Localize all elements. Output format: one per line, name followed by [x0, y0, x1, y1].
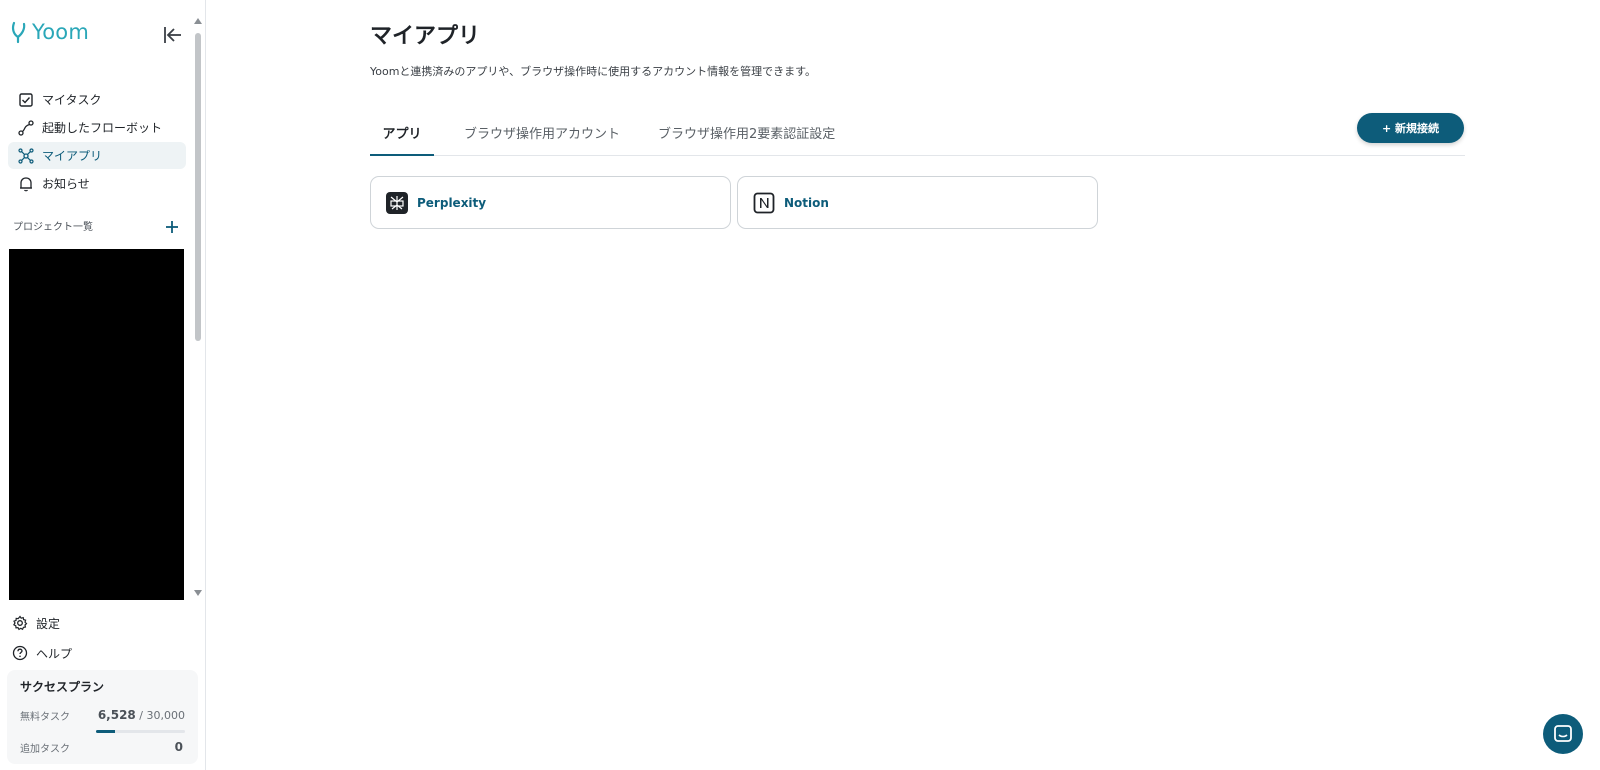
yoom-logo-icon: [11, 21, 26, 44]
sidebar-item-label: 設定: [36, 616, 61, 631]
free-tasks-total: / 30,000: [139, 709, 185, 722]
extra-tasks-value: 0: [174, 740, 183, 754]
free-tasks-value: 6,528 / 30,000: [98, 708, 185, 722]
tab-bar: アプリ ブラウザ操作用アカウント ブラウザ操作用2要素認証設定: [370, 113, 1465, 156]
sidebar-item-my-tasks[interactable]: マイタスク: [8, 86, 186, 113]
tab-apps[interactable]: アプリ: [370, 123, 434, 156]
free-tasks-used: 6,528: [97, 708, 136, 722]
app-card-perplexity[interactable]: Perplexity: [370, 176, 731, 229]
sidebar-item-label: 起動したフローボット: [42, 121, 163, 135]
project-list[interactable]: [9, 249, 184, 600]
tab-browser-2fa-settings[interactable]: ブラウザ操作用2要素認証設定: [658, 123, 835, 156]
plan-card: サクセスプラン 無料タスク 6,528 / 30,000 追加タスク 0: [7, 670, 198, 764]
app-name: Perplexity: [417, 195, 487, 210]
sidebar-item-label: お知らせ: [42, 177, 90, 191]
free-tasks-progress-bar: [96, 730, 185, 733]
free-tasks-label: 無料タスク: [20, 712, 70, 723]
add-project-icon[interactable]: [165, 219, 179, 233]
app-name: Notion: [784, 195, 829, 210]
sidebar-item-help[interactable]: ヘルプ: [12, 638, 192, 668]
apps-network-icon: [18, 147, 34, 164]
scroll-thumb[interactable]: [195, 33, 201, 341]
project-list-label: プロジェクト一覧: [13, 222, 93, 233]
perplexity-icon: [386, 191, 408, 214]
sidebar-bottom-nav: 設定 ヘルプ: [12, 608, 192, 668]
checkbox-icon: [18, 92, 34, 108]
tab-browser-accounts[interactable]: ブラウザ操作用アカウント: [464, 123, 620, 156]
gear-icon: [12, 615, 28, 631]
new-connection-button[interactable]: + 新規接続: [1357, 113, 1464, 143]
page-description: Yoomと連携済みのアプリや、ブラウザ操作時に使用するアカウント情報を管理できま…: [370, 65, 817, 78]
sidebar-item-label: マイアプリ: [42, 149, 103, 163]
notion-icon: [753, 192, 775, 214]
plan-title: サクセスプラン: [20, 680, 105, 694]
yoom-logo[interactable]: Yoom: [10, 20, 89, 44]
logo-text: Yoom: [32, 20, 89, 44]
sidebar-item-flowbots[interactable]: 起動したフローボット: [8, 114, 186, 141]
project-list-header: プロジェクト一覧: [13, 218, 179, 233]
sidebar-item-label: マイタスク: [42, 93, 102, 107]
sidebar: Yoom マイタスク 起動したフローボット マイアプリ お知らせ プロジェクト一…: [0, 0, 206, 770]
extra-tasks-label: 追加タスク: [20, 744, 70, 755]
sidebar-scrollbar[interactable]: [193, 14, 203, 596]
app-card-notion[interactable]: Notion: [737, 176, 1098, 229]
collapse-sidebar-icon[interactable]: [162, 24, 184, 46]
free-tasks-progress-fill: [96, 730, 116, 733]
scroll-up-arrow-icon[interactable]: [194, 18, 202, 24]
sidebar-item-my-apps[interactable]: マイアプリ: [8, 142, 186, 169]
page-title: マイアプリ: [370, 24, 481, 49]
scroll-down-arrow-icon[interactable]: [194, 590, 202, 596]
sidebar-nav: マイタスク 起動したフローボット マイアプリ お知らせ: [8, 86, 186, 198]
flow-icon: [18, 119, 34, 136]
chat-support-button[interactable]: [1543, 714, 1583, 754]
help-circle-icon: [12, 645, 28, 661]
sidebar-item-label: ヘルプ: [36, 646, 73, 661]
sidebar-item-notifications[interactable]: お知らせ: [8, 170, 186, 197]
bell-icon: [18, 176, 34, 192]
sidebar-item-settings[interactable]: 設定: [12, 608, 192, 638]
chat-icon: [1554, 725, 1572, 742]
